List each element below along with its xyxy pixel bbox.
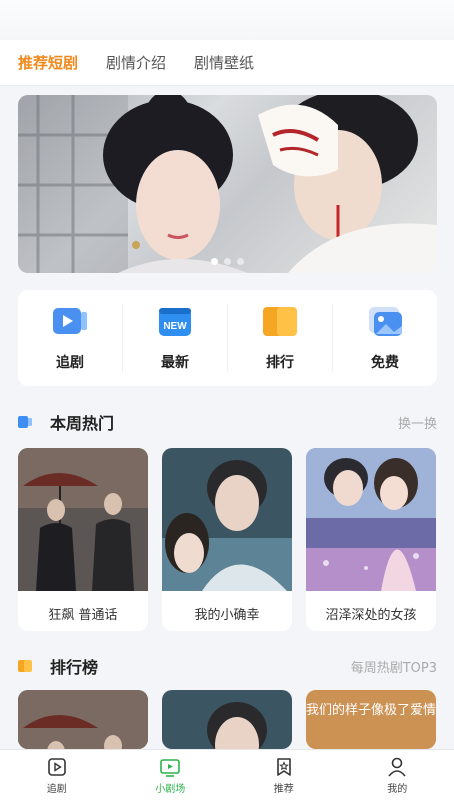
quick-action-ranking[interactable]: 排行	[228, 304, 333, 372]
weekly-hot-list: 狂飙 普通话 我的小确幸 沼泽深处的女孩	[18, 448, 437, 631]
ranking-card[interactable]: 我们的样子像极了爱情	[306, 690, 436, 749]
drama-card[interactable]: 沼泽深处的女孩	[306, 448, 436, 631]
quick-action-label: 追剧	[56, 355, 84, 371]
nav-label: 我的	[387, 783, 408, 795]
ranking-section-icon	[18, 660, 32, 672]
drama-poster	[162, 690, 292, 749]
tab-recommended-shorts[interactable]: 推荐短剧	[18, 52, 78, 73]
section-title: 本周热门	[50, 414, 115, 433]
new-calendar-icon: NEW	[159, 308, 191, 336]
tab-plot-wallpapers[interactable]: 剧情壁纸	[194, 52, 254, 73]
section-title: 排行榜	[50, 658, 99, 677]
free-image-icon	[369, 307, 402, 336]
drama-card[interactable]: 狂飙 普通话	[18, 448, 148, 631]
svg-text:NEW: NEW	[163, 321, 187, 332]
bottom-nav: 追剧 小剧场 推荐 我的	[0, 749, 454, 800]
drama-title: 狂飙 普通话	[48, 607, 118, 623]
nav-label: 推荐	[273, 783, 294, 795]
user-icon	[388, 757, 406, 777]
weekly-hot-header: 本周热门 换一换	[18, 410, 437, 434]
drama-title: 我的小确幸	[194, 607, 260, 623]
play-video-icon	[53, 308, 87, 334]
nav-recommend[interactable]: 推荐	[227, 750, 341, 800]
quick-action-label: 免费	[371, 355, 399, 371]
ranking-icon	[263, 307, 297, 336]
carousel-dot[interactable]	[237, 258, 244, 265]
status-area	[0, 0, 454, 40]
weekly-top3-link[interactable]: 每周热剧TOP3	[351, 657, 437, 676]
bookmark-star-icon	[276, 757, 291, 776]
drama-poster: 我们的样子像极了爱情	[306, 690, 436, 749]
ranking-card[interactable]	[162, 690, 292, 749]
drama-poster	[18, 448, 148, 591]
shuffle-button[interactable]: 换一换	[398, 413, 437, 432]
carousel-dots	[18, 258, 437, 265]
video-section-icon	[18, 416, 32, 428]
drama-poster	[18, 690, 148, 749]
nav-label: 追剧	[46, 783, 67, 795]
tv-icon	[160, 758, 181, 777]
drama-poster	[306, 448, 436, 591]
nav-profile[interactable]: 我的	[341, 750, 454, 800]
quick-action-label: 排行	[266, 355, 294, 371]
quick-action-newest[interactable]: NEW 最新	[123, 304, 228, 372]
drama-poster	[162, 448, 292, 591]
ranking-list: 我们的样子像极了爱情	[18, 690, 437, 749]
top-tab-bar: 推荐短剧 剧情介绍 剧情壁纸	[0, 40, 454, 86]
tab-plot-intro[interactable]: 剧情介绍	[106, 52, 166, 73]
nav-follow[interactable]: 追剧	[0, 750, 114, 800]
nav-label: 小剧场	[155, 783, 186, 795]
drama-card[interactable]: 我的小确幸	[162, 448, 292, 631]
quick-action-follow[interactable]: 追剧	[18, 304, 123, 372]
carousel-dot[interactable]	[211, 258, 218, 265]
drama-title: 沼泽深处的女孩	[325, 607, 417, 623]
banner-carousel[interactable]	[18, 95, 437, 273]
ranking-header: 排行榜 每周热剧TOP3	[18, 654, 437, 678]
ranking-card[interactable]	[18, 690, 148, 749]
play-box-icon	[47, 757, 66, 776]
quick-action-grid: 追剧 NEW 最新 排行 免费	[18, 290, 437, 386]
quick-action-label: 最新	[161, 355, 189, 371]
quick-action-free[interactable]: 免费	[333, 304, 437, 372]
nav-theater[interactable]: 小剧场	[114, 750, 228, 800]
banner-image	[18, 95, 437, 273]
carousel-dot[interactable]	[224, 258, 231, 265]
poster-title-text: 我们的样子像极了爱情	[306, 702, 436, 718]
